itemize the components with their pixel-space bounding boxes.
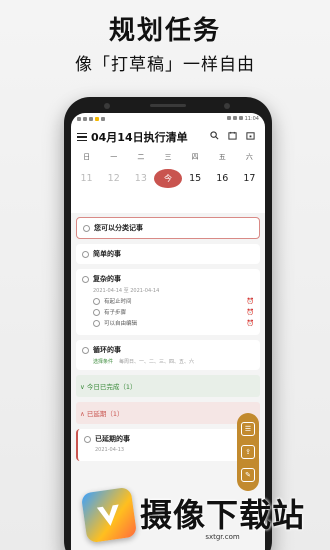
task-card[interactable]: 循环的事 选择条件 每周日、一、二、三、四、五、六 bbox=[76, 340, 260, 370]
weekday-row: 日 一 二 三 四 五 六 bbox=[71, 149, 265, 165]
weekday-label: 六 bbox=[245, 153, 253, 161]
repeat-label: 选择条件 bbox=[93, 359, 114, 365]
date-cell[interactable]: 12 bbox=[100, 173, 127, 184]
alarm-icon[interactable]: ⏰ bbox=[247, 309, 254, 316]
notification-icon bbox=[95, 117, 99, 121]
add-note-button[interactable]: ☰ bbox=[241, 421, 255, 436]
weekday-label: 三 bbox=[164, 153, 172, 161]
subtask-label: 可以自由编辑 bbox=[104, 321, 138, 327]
date-row: 11 12 13 今 15 16 17 bbox=[71, 165, 265, 191]
signal-icon bbox=[226, 116, 231, 120]
repeat-info: 选择条件 每周日、一、二、三、四、五、六 bbox=[93, 358, 254, 365]
notification-icon bbox=[77, 117, 81, 121]
app-header: 04月14日执行清单 bbox=[71, 125, 265, 149]
task-title: 复杂的事 bbox=[93, 275, 121, 283]
watermark-logo-icon bbox=[80, 486, 138, 544]
date-cell-today[interactable]: 今 bbox=[154, 168, 182, 188]
overdue-section-toggle[interactable]: ∧ 已延期（1） bbox=[76, 402, 260, 424]
subtask-checkbox[interactable] bbox=[93, 308, 100, 316]
notification-icon bbox=[83, 117, 87, 121]
speaker-grille bbox=[150, 104, 186, 107]
date-cell[interactable]: 11 bbox=[73, 173, 100, 184]
task-checkbox[interactable] bbox=[82, 275, 89, 283]
watermark: 摄像下载站 sxtgr.com bbox=[0, 480, 330, 550]
subtask-item[interactable]: 有子步骤 ⏰ bbox=[93, 308, 254, 316]
task-title: 您可以分类记事 bbox=[94, 224, 143, 232]
calendar-icon[interactable] bbox=[223, 131, 241, 143]
task-date: 2021-04-13 bbox=[95, 447, 125, 453]
date-cell[interactable]: 15 bbox=[182, 173, 209, 184]
task-date-range: 2021-04-14 至 2021-04-14 bbox=[93, 288, 160, 294]
task-title: 循环的事 bbox=[93, 346, 121, 354]
task-checkbox[interactable] bbox=[84, 435, 91, 443]
system-icons: 11:04 bbox=[226, 116, 259, 122]
task-card[interactable]: 复杂的事 2021-04-14 至 2021-04-14 有起止时间 ⏰ 有子步… bbox=[76, 269, 260, 335]
notification-icon bbox=[89, 117, 93, 121]
alarm-icon[interactable]: ⏰ bbox=[247, 320, 254, 327]
task-checkbox[interactable] bbox=[83, 224, 90, 232]
task-card-overdue[interactable]: 已延期的事 2021-04-13 bbox=[76, 429, 260, 461]
watermark-url: sxtgr.com bbox=[205, 532, 240, 541]
today-calendar-icon[interactable] bbox=[241, 131, 259, 143]
date-cell[interactable]: 13 bbox=[127, 173, 154, 184]
menu-icon[interactable] bbox=[77, 132, 87, 142]
task-title: 已延期的事 bbox=[95, 435, 130, 443]
today-marker: 今 bbox=[154, 168, 182, 188]
date-cell[interactable]: 16 bbox=[209, 173, 236, 184]
weekday-label: 一 bbox=[110, 153, 118, 161]
task-card[interactable]: 简单的事 bbox=[76, 244, 260, 264]
status-time: 11:04 bbox=[244, 116, 259, 122]
subtask-item[interactable]: 可以自由编辑 ⏰ bbox=[93, 319, 254, 327]
weekday-label: 日 bbox=[83, 153, 91, 161]
search-icon[interactable] bbox=[205, 131, 223, 143]
task-checkbox[interactable] bbox=[82, 250, 89, 258]
alarm-icon[interactable]: ⏰ bbox=[247, 298, 254, 305]
sensor-icon bbox=[224, 103, 230, 109]
promo-headline: 规划任务 bbox=[108, 16, 221, 46]
notification-icons bbox=[77, 117, 105, 121]
weekday-label: 二 bbox=[137, 153, 145, 161]
task-checkbox[interactable] bbox=[82, 346, 89, 354]
status-bar: 11:04 bbox=[71, 113, 265, 125]
wifi-icon bbox=[232, 116, 237, 120]
battery-icon bbox=[238, 116, 243, 120]
notification-icon bbox=[101, 117, 105, 121]
task-card[interactable]: 您可以分类记事 bbox=[76, 217, 260, 239]
share-button[interactable]: ⇪ bbox=[241, 444, 255, 459]
promo-subheadline: 像「打草稿」一样自由 bbox=[75, 55, 255, 75]
weekday-label: 五 bbox=[218, 153, 226, 161]
camera-icon bbox=[104, 103, 110, 109]
subtask-label: 有子步骤 bbox=[104, 310, 127, 316]
repeat-days: 每周日、一、二、三、四、五、六 bbox=[119, 359, 195, 365]
completed-section-toggle[interactable]: ∨ 今日已完成（1） bbox=[76, 375, 260, 397]
subtask-item[interactable]: 有起止时间 ⏰ bbox=[93, 297, 254, 305]
page-title: 04月14日执行清单 bbox=[91, 131, 188, 144]
subtask-checkbox[interactable] bbox=[93, 319, 100, 327]
watermark-brand: 摄像下载站 bbox=[140, 495, 306, 534]
subtask-checkbox[interactable] bbox=[93, 297, 100, 305]
date-cell[interactable]: 17 bbox=[236, 173, 263, 184]
subtask-label: 有起止时间 bbox=[104, 299, 132, 305]
task-title: 简单的事 bbox=[93, 250, 121, 258]
weekday-label: 四 bbox=[191, 153, 199, 161]
